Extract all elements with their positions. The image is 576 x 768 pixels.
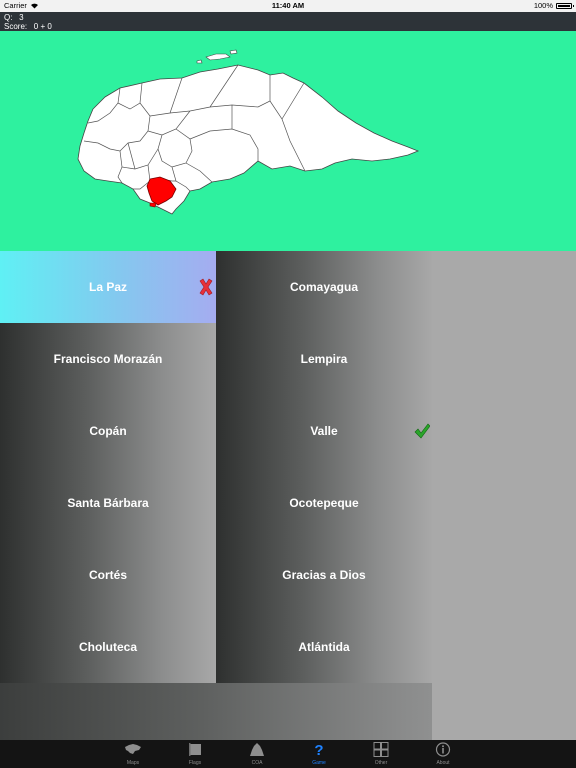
tab-label: Flags — [188, 760, 202, 766]
tab-label: COA — [251, 760, 263, 766]
tab-maps[interactable]: Maps — [108, 740, 158, 768]
battery-percent: 100% — [533, 1, 553, 10]
tab-bar: Maps Flags COA ? Game Other About — [0, 740, 576, 768]
game-info-bar: Q: 3 Score: 0 + 0 — [0, 12, 576, 31]
answer-label: Santa Bárbara — [67, 496, 149, 510]
correct-check-icon — [414, 423, 430, 439]
tab-game[interactable]: ? Game — [294, 740, 344, 768]
answer-label: Cortés — [88, 568, 127, 582]
answer-button-choluteca[interactable]: Choluteca — [0, 611, 216, 683]
question-counter: Q: 3 — [4, 13, 24, 22]
flag-icon — [189, 743, 201, 756]
score-counter: Score: 0 + 0 — [4, 22, 52, 31]
question-icon: ? — [314, 742, 323, 757]
tab-label: Other — [374, 760, 388, 766]
answer-button-la-paz[interactable]: La Paz — [0, 251, 216, 323]
right-empty-panel — [432, 251, 576, 740]
info-icon — [435, 742, 451, 757]
battery-icon — [556, 2, 574, 9]
tab-coa[interactable]: COA — [232, 740, 282, 768]
island-roatan — [205, 53, 231, 61]
answer-button-atlantida[interactable]: Atlántida — [216, 611, 432, 683]
answer-button-gracias-a-dios[interactable]: Gracias a Dios — [216, 539, 432, 611]
question-value: 3 — [19, 13, 24, 22]
answer-button-copan[interactable]: Copán — [0, 395, 216, 467]
answer-label: Ocotepeque — [289, 496, 359, 510]
island-guanaja — [229, 49, 238, 55]
map-panel — [0, 31, 576, 251]
battery-indicator: 100% — [533, 1, 574, 10]
answer-label: Choluteca — [78, 640, 137, 654]
honduras-map — [77, 49, 420, 215]
app-screen: Carrier 11:40 AM 100% Q: 3 Score: 0 + 0 — [0, 0, 576, 768]
answer-label: Atlántida — [298, 640, 350, 654]
score-label: Score: — [4, 22, 28, 31]
wrong-x-icon — [199, 278, 213, 296]
answer-button-francisco-morazan[interactable]: Francisco Morazán — [0, 323, 216, 395]
clock: 11:40 AM — [271, 1, 305, 10]
tab-label: Maps — [126, 760, 140, 766]
status-bar: Carrier 11:40 AM 100% — [0, 0, 576, 12]
grid-icon — [373, 742, 389, 757]
answer-grid: La Paz Francisco Morazán Copán Santa Bár… — [0, 251, 576, 740]
answer-button-comayagua[interactable]: Comayagua — [216, 251, 432, 323]
tab-flags[interactable]: Flags — [170, 740, 220, 768]
answer-label: La Paz — [88, 280, 127, 294]
answer-label: Copán — [89, 424, 127, 438]
answer-button-ocotepeque[interactable]: Ocotepeque — [216, 467, 432, 539]
tab-other[interactable]: Other — [356, 740, 406, 768]
answer-button-santa-barbara[interactable]: Santa Bárbara — [0, 467, 216, 539]
svg-text:?: ? — [314, 742, 323, 757]
coat-of-arms-icon — [250, 743, 264, 756]
map-icon — [125, 744, 141, 754]
country-outline — [77, 64, 420, 215]
answer-label: Comayagua — [289, 280, 359, 294]
answer-label: Francisco Morazán — [53, 352, 163, 366]
answer-button-valle[interactable]: Valle — [216, 395, 432, 467]
tab-about[interactable]: About — [418, 740, 468, 768]
island-utila — [196, 59, 203, 64]
answer-label: Valle — [310, 424, 338, 438]
highlight-island — [149, 202, 157, 208]
tab-label: Game — [312, 760, 326, 766]
answer-label: Gracias a Dios — [282, 568, 366, 582]
answer-button-lempira[interactable]: Lempira — [216, 323, 432, 395]
answer-label: Lempira — [300, 352, 348, 366]
question-label: Q: — [4, 13, 13, 22]
tab-label: About — [436, 760, 450, 766]
answer-button-cortes[interactable]: Cortés — [0, 539, 216, 611]
score-value: 0 + 0 — [33, 22, 52, 31]
